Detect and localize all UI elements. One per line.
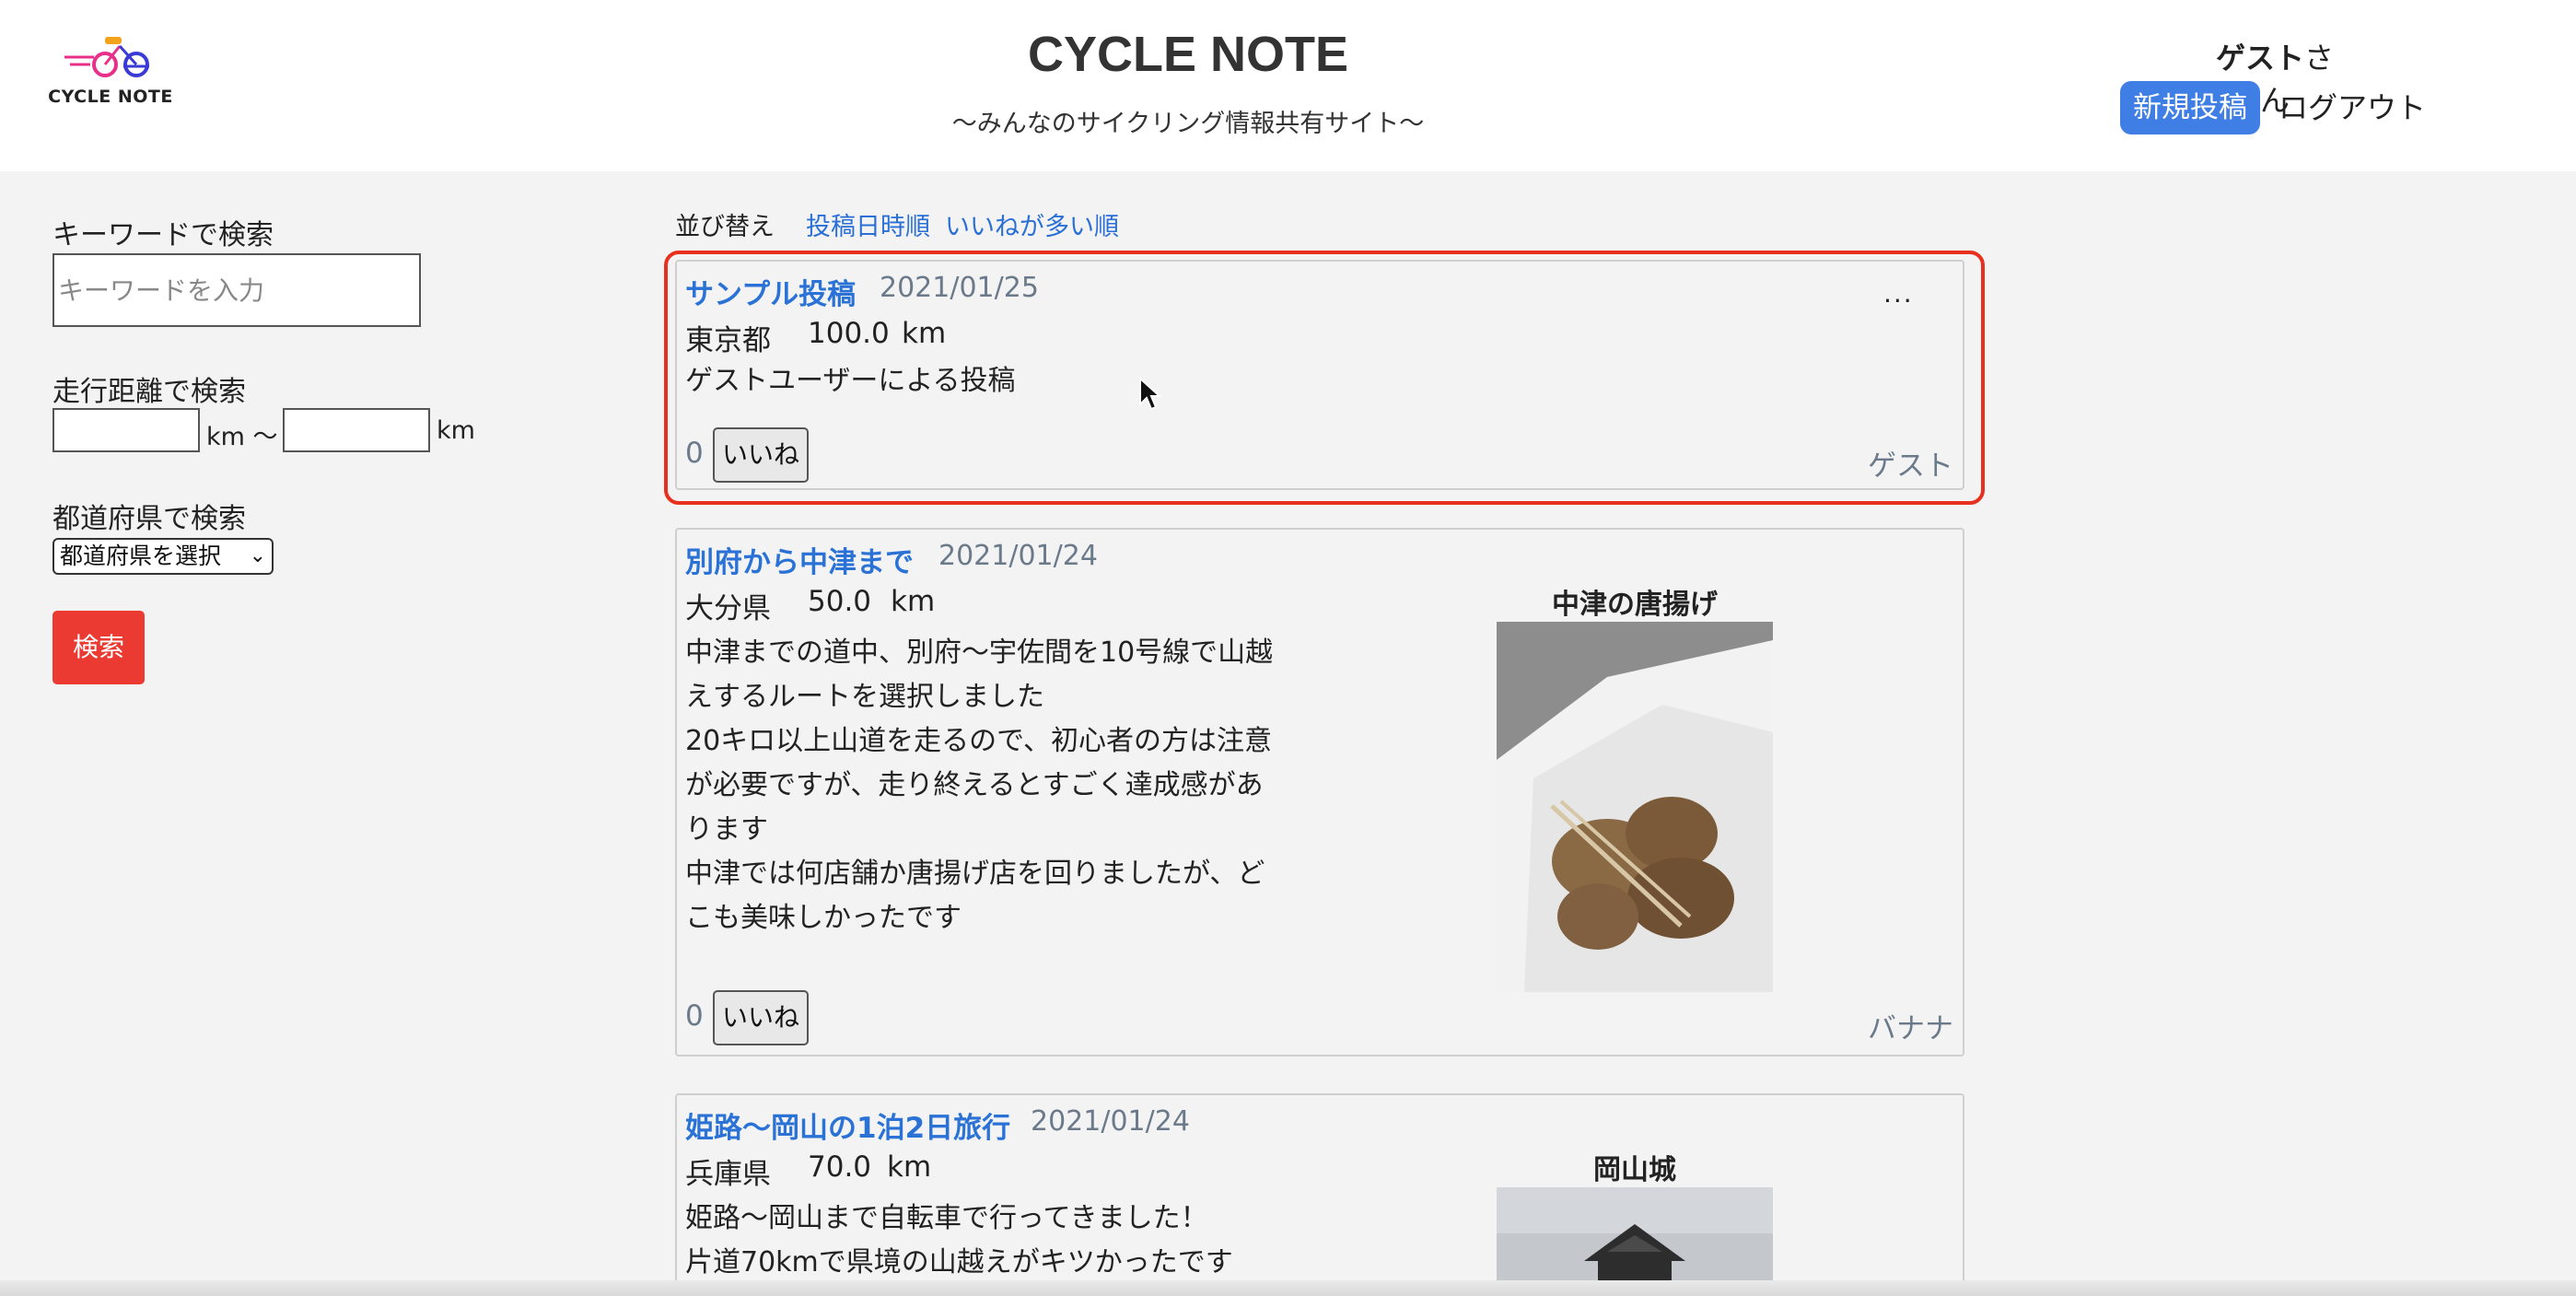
site-header: CYCLE NOTE CYCLE NOTE 〜みんなのサイクリング情報共有サイト… [0,0,2576,171]
post-body: 中津までの道中、別府〜宇佐間を10号線で山越 えするルートを選択しました 20キ… [685,631,1273,940]
post-date: 2021/01/24 [938,540,1098,572]
post-card: 姫路〜岡山の1泊2日旅行 2021/01/24 兵庫県 70.0 km 姫路〜岡… [675,1093,1964,1296]
post-body-line: が必要ですが、走り終えるとすごく達成感があ [685,769,1264,801]
post-body-line: 姫路〜岡山まで自転車で行ってきました！ [685,1202,1208,1234]
post-body: 姫路〜岡山まで自転車で行ってきました！ 片道70kmで県境の山越えがキツかったで… [685,1197,1233,1285]
post-body-line: ります [685,813,768,846]
post-body-line: えするルートを選択しました [685,681,1044,713]
post-distance-unit: km [902,317,947,350]
post-title-link[interactable]: 別府から中津まで [685,539,914,580]
like-count: 0 [685,437,704,470]
prefecture-search-label: 都道府県で検索 [52,503,246,535]
post-date: 2021/01/25 [880,272,1039,304]
post-card: 別府から中津まで 2021/01/24 大分県 50.0 km 中津までの道中、… [675,528,1964,1057]
user-name: ゲスト [2215,41,2304,76]
search-button[interactable]: 検索 [52,611,145,684]
post-distance: 50.0 [808,585,872,618]
post-body-line: 片道70kmで県境の山越えがキツかったです [685,1246,1233,1278]
post-date: 2021/01/24 [1031,1105,1190,1138]
post-body: ゲストユーザーによる投稿 [685,365,1016,397]
sort-by-likes-link[interactable]: いいねが多い順 [945,206,1119,242]
image-caption: 中津の唐揚げ [1552,589,1718,621]
post-prefecture: 東京都 [685,324,771,357]
mouse-cursor-icon [1139,377,1162,411]
post-distance-unit: km [887,1150,932,1184]
site-subtitle: 〜みんなのサイクリング情報共有サイト〜 [951,110,1425,138]
post-prefecture: 兵庫県 [685,1158,771,1191]
distance-min-input[interactable] [52,408,200,452]
post-distance: 100.0 [808,317,890,350]
post-body-line: こも美味しかったです [685,902,962,934]
post-body-line: 中津では何店舗か唐揚げ店を回りましたが、ど [685,858,1265,890]
distance-max-input[interactable] [283,408,430,452]
new-post-button[interactable]: 新規投稿 [2120,81,2260,134]
post-author[interactable]: バナナ [1868,1005,1953,1046]
post-photo-karaage[interactable] [1497,622,1773,992]
site-title: CYCLE NOTE [1027,27,1349,82]
post-title-link[interactable]: サンプル投稿 [685,271,856,312]
post-author[interactable]: ゲスト [1868,442,1953,484]
post-body-line: 20キロ以上山道を走るので、初心者の方は注意 [685,725,1272,757]
karaage-photo-image [1497,622,1773,992]
prefecture-select[interactable]: 都道府県を選択 ⌄ [52,538,274,575]
sort-by-date-link[interactable]: 投稿日時順 [806,206,930,242]
post-card: サンプル投稿 2021/01/25 ... 東京都 100.0 km ゲストユー… [675,260,1964,490]
like-button[interactable]: いいね [713,427,809,483]
chevron-down-icon: ⌄ [249,544,266,567]
like-count: 0 [685,999,704,1033]
post-body-line: 中津までの道中、別府〜宇佐間を10号線で山越 [685,636,1274,669]
like-button[interactable]: いいね [713,990,809,1045]
post-prefecture: 大分県 [685,592,771,625]
distance-unit-label: km [437,416,475,445]
distance-search-label: 走行距離で検索 [52,376,246,408]
sort-label: 並び替え [675,213,775,241]
bottom-edge-shadow [0,1280,2576,1296]
logout-link[interactable]: ログアウト [2279,85,2426,127]
post-distance: 70.0 [808,1150,872,1184]
distance-range-separator: km 〜 [206,423,278,451]
more-options-icon[interactable]: ... [1883,278,1914,309]
post-title-link[interactable]: 姫路〜岡山の1泊2日旅行 [685,1104,1010,1146]
keyword-input[interactable] [52,253,421,327]
post-distance-unit: km [891,585,936,618]
prefecture-select-value: 都道府県を選択 [60,543,222,569]
image-caption: 岡山城 [1593,1154,1676,1186]
keyword-search-label: キーワードで検索 [52,219,274,251]
